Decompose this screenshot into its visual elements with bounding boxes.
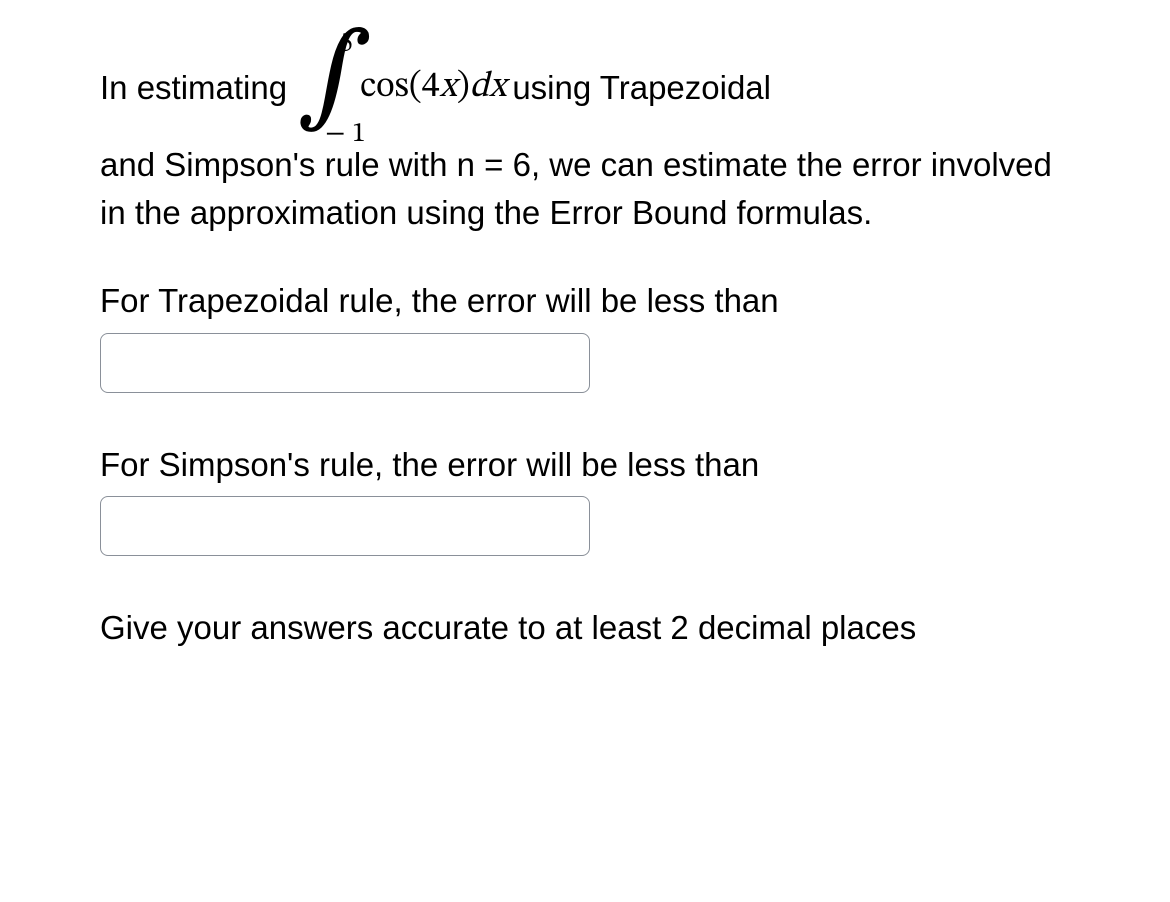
simpson-answer-input[interactable] (100, 496, 590, 556)
statement-line-1: In estimating ∫ 5 − 1 cos(4x)dx using Tr… (100, 40, 1070, 135)
integral-lower-limit: − 1 (325, 114, 366, 155)
paren-open: ( (409, 69, 422, 105)
integrand-d: d (470, 69, 489, 105)
integral-sign: ∫ 5 − 1 (297, 40, 352, 135)
integral-symbol: ∫ (297, 32, 372, 127)
intro-suffix: using Trapezoidal (512, 64, 771, 112)
integrand-var: x (440, 69, 457, 105)
integrand-dvar: x (489, 69, 506, 105)
trapezoidal-section: For Trapezoidal rule, the error will be … (100, 277, 1070, 393)
problem-statement: In estimating ∫ 5 − 1 cos(4x)dx using Tr… (100, 40, 1070, 237)
intro-prefix: In estimating (100, 64, 287, 112)
simpson-label: For Simpson's rule, the error will be le… (100, 441, 1070, 489)
problem-content: In estimating ∫ 5 − 1 cos(4x)dx using Tr… (100, 40, 1070, 652)
integral-upper-limit: 5 (339, 24, 353, 65)
trapezoidal-answer-input[interactable] (100, 333, 590, 393)
statement-continuation: and Simpson's rule with n = 6, we can es… (100, 141, 1070, 237)
integrand: cos(4x)dx (360, 61, 506, 113)
trapezoidal-label: For Trapezoidal rule, the error will be … (100, 277, 1070, 325)
paren-close: ) (457, 69, 470, 105)
accuracy-note: Give your answers accurate to at least 2… (100, 604, 1070, 652)
integral-expression: ∫ 5 − 1 cos(4x)dx (297, 40, 506, 135)
integrand-coef: 4 (422, 69, 440, 105)
simpson-section: For Simpson's rule, the error will be le… (100, 441, 1070, 557)
